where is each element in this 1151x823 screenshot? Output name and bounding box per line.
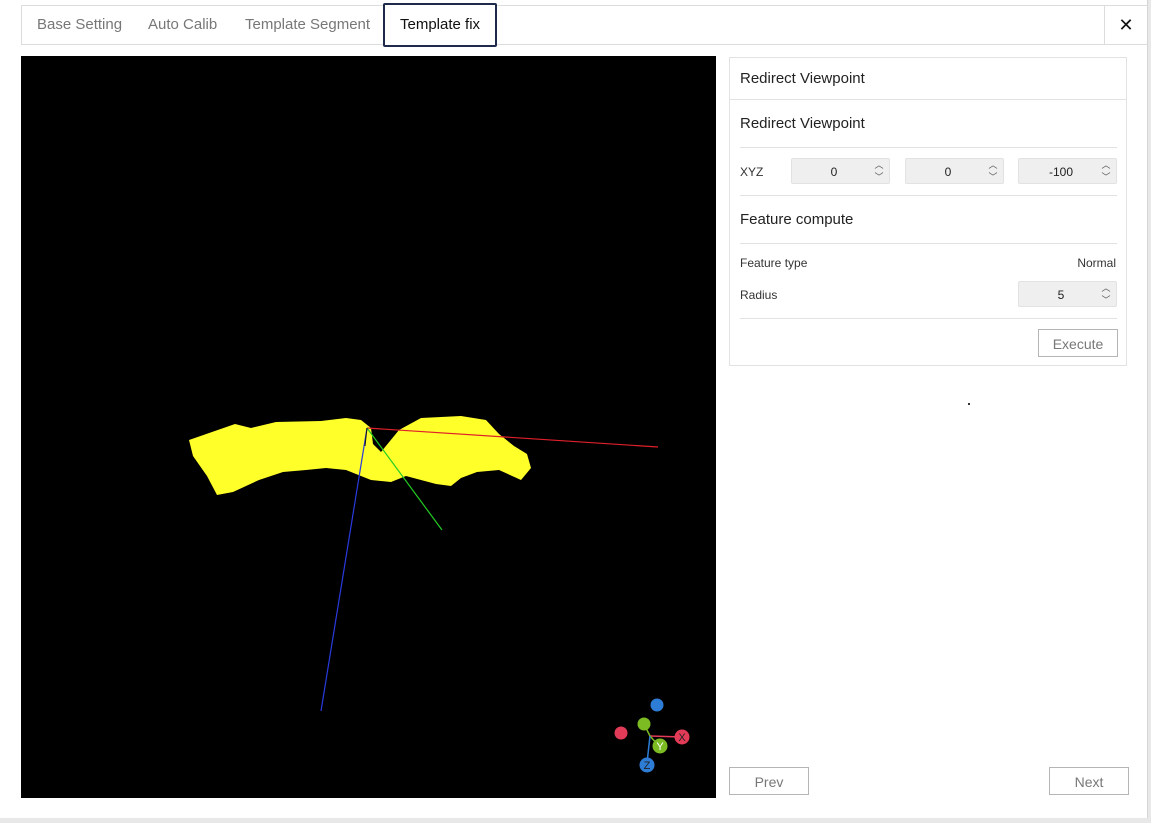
radius-spinbox[interactable]: 5 ︿ ﹀ <box>1018 281 1117 307</box>
chevron-down-icon[interactable]: ﹀ <box>987 171 999 183</box>
chevron-down-icon[interactable]: ﹀ <box>1100 294 1112 306</box>
gizmo-x-label: X <box>678 732 686 744</box>
chevron-down-icon[interactable]: ﹀ <box>1100 171 1112 183</box>
chevron-up-icon[interactable]: ︿ <box>987 159 999 171</box>
gizmo-neg-y-dot[interactable] <box>637 717 651 731</box>
feature-type-label: Feature type <box>740 256 808 270</box>
radius-label: Radius <box>740 288 778 302</box>
divider <box>740 318 1117 319</box>
y-spinbox[interactable]: 0 ︿ ﹀ <box>905 158 1004 184</box>
xyz-label: XYZ <box>740 165 764 179</box>
z-value[interactable]: -100 <box>1019 159 1103 183</box>
prev-button[interactable]: Prev <box>729 767 809 795</box>
feature-type-value[interactable]: Normal <box>1077 256 1116 270</box>
chevron-up-icon[interactable]: ︿ <box>873 159 885 171</box>
scene-svg: X Y Z <box>189 416 690 773</box>
tab-auto-calib[interactable]: Auto Calib <box>133 6 232 44</box>
tab-template-fix[interactable]: Template fix <box>383 3 498 47</box>
settings-panel: Redirect Viewpoint Redirect Viewpoint XY… <box>729 57 1127 366</box>
panel-header: Redirect Viewpoint <box>730 58 1126 100</box>
close-button[interactable]: ✕ <box>1104 6 1147 44</box>
execute-button[interactable]: Execute <box>1038 329 1118 357</box>
stray-dot <box>968 403 970 405</box>
y-value[interactable]: 0 <box>906 159 990 183</box>
gizmo-z-label: Z <box>644 760 651 772</box>
axis-z-line <box>320 427 368 712</box>
gizmo-y-label: Y <box>656 741 664 753</box>
next-button[interactable]: Next <box>1049 767 1129 795</box>
orientation-gizmo[interactable]: X Y Z <box>614 698 690 773</box>
app-window: Base Setting Auto Calib Template Segment… <box>0 0 1148 818</box>
point-cloud-shape <box>189 416 531 495</box>
chevron-up-icon[interactable]: ︿ <box>1100 159 1112 171</box>
divider <box>740 195 1117 196</box>
gizmo-neg-z-dot[interactable] <box>650 698 664 712</box>
divider <box>740 147 1117 148</box>
divider <box>740 243 1117 244</box>
chevron-up-icon[interactable]: ︿ <box>1100 282 1112 294</box>
close-icon: ✕ <box>1118 15 1134 35</box>
tab-template-segment[interactable]: Template Segment <box>230 6 385 44</box>
radius-value[interactable]: 5 <box>1019 282 1103 306</box>
chevron-down-icon[interactable]: ﹀ <box>873 171 885 183</box>
feature-compute-title: Feature compute <box>740 211 854 228</box>
gizmo-neg-x-dot[interactable] <box>614 726 628 740</box>
x-value[interactable]: 0 <box>792 159 876 183</box>
tab-bar: Base Setting Auto Calib Template Segment… <box>21 3 1147 47</box>
x-spinbox[interactable]: 0 ︿ ﹀ <box>791 158 890 184</box>
point-cloud-viewport[interactable]: X Y Z <box>21 56 716 798</box>
redirect-viewpoint-title: Redirect Viewpoint <box>740 115 865 132</box>
z-spinbox[interactable]: -100 ︿ ﹀ <box>1018 158 1117 184</box>
tab-base-setting[interactable]: Base Setting <box>22 6 137 44</box>
